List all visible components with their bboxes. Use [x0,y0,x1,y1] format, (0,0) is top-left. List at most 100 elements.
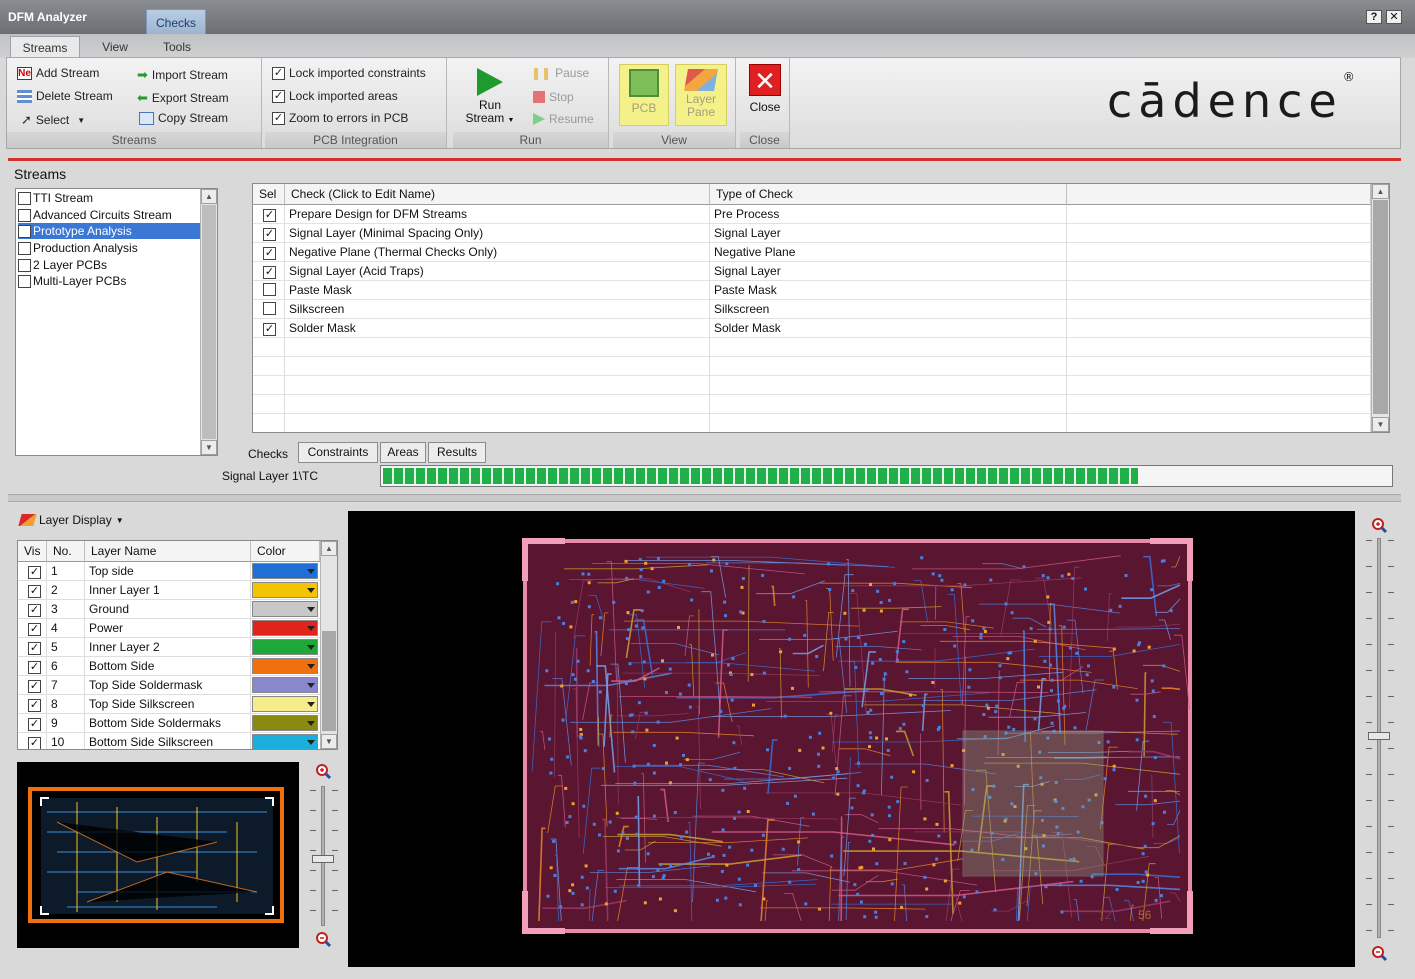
tab-streams[interactable]: Streams [10,36,80,58]
check-select-checkbox[interactable] [263,302,276,315]
zoom-errors-checkbox[interactable]: ✓ [272,111,285,125]
col-name-header[interactable]: Layer Name [85,541,251,562]
check-row[interactable]: Paste Mask Paste Mask [253,281,1371,300]
check-row[interactable]: ✓ Negative Plane (Thermal Checks Only) Neg… [253,243,1371,262]
tab-view[interactable]: View [84,36,146,58]
layer-row[interactable]: ✓ 7 Top Side Soldermask [18,676,320,695]
run-stream-button[interactable]: Run Stream ▼ [459,64,521,127]
scroll-thumb[interactable] [202,205,216,439]
lock-areas-checkbox[interactable]: ✓ [272,89,285,103]
lock-constraints-option[interactable]: ✓ Lock imported constraints [272,66,426,80]
zoom-out-icon[interactable] [314,930,332,948]
col-color-header[interactable]: Color [251,541,320,562]
check-row[interactable]: ✓ Signal Layer (Minimal Spacing Only) Sign… [253,224,1371,243]
layer-visibility-checkbox[interactable]: ✓ [28,623,41,636]
check-select-checkbox[interactable]: ✓ [263,228,276,241]
layer-name[interactable]: Ground [85,600,251,618]
resume-button[interactable]: Resume [533,112,594,126]
layer-visibility-checkbox[interactable]: ✓ [28,680,41,693]
layer-name[interactable]: Bottom Side [85,657,251,675]
stream-checkbox[interactable] [18,191,31,205]
col-check-header[interactable]: Check (Click to Edit Name) [285,184,710,205]
layer-pane-button[interactable]: Layer Pane [675,64,727,126]
scroll-up-icon[interactable]: ▲ [321,541,337,556]
stream-item-2-layer[interactable]: 2 Layer PCBs [18,257,200,273]
delete-stream-button[interactable]: Delete Stream [17,89,113,103]
check-select-checkbox[interactable]: ✓ [263,266,276,279]
stream-item-advanced-circuits[interactable]: Advanced Circuits Stream [18,207,200,223]
check-name-cell[interactable]: Silkscreen [285,300,710,319]
canvas-zoom-thumb[interactable] [1368,732,1390,740]
col-no-header[interactable]: No. [47,541,85,562]
layer-color-picker[interactable] [252,582,318,598]
import-stream-button[interactable]: ➡ Import Stream [137,67,228,83]
stream-item-multi-layer[interactable]: Multi-Layer PCBs [18,273,200,289]
layer-name[interactable]: Bottom Side Silkscreen [85,733,251,749]
layer-color-picker[interactable] [252,620,318,636]
layer-row[interactable]: ✓ 4 Power [18,619,320,638]
layer-visibility-checkbox[interactable]: ✓ [28,566,41,579]
layer-name[interactable]: Power [85,619,251,637]
stream-item-production-analysis[interactable]: Production Analysis [18,240,200,256]
stream-checkbox[interactable] [18,241,31,255]
tab-results[interactable]: Results [428,442,486,463]
scroll-up-icon[interactable]: ▲ [1372,184,1389,199]
navigator-zoom-thumb[interactable] [312,855,334,863]
layer-scrollbar[interactable]: ▲ ▼ [320,541,337,749]
layer-color-picker[interactable] [252,639,318,655]
layer-name[interactable]: Top Side Soldermask [85,676,251,694]
pane-splitter[interactable] [8,494,1401,502]
layer-row[interactable]: ✓ 8 Top Side Silkscreen [18,695,320,714]
scroll-thumb[interactable] [1373,200,1388,414]
check-row[interactable]: Silkscreen Silkscreen [253,300,1371,319]
scroll-down-icon[interactable]: ▼ [321,734,337,749]
check-name-cell[interactable]: Signal Layer (Minimal Spacing Only) [285,224,710,243]
zoom-errors-option[interactable]: ✓ Zoom to errors in PCB [272,111,408,125]
streams-scrollbar[interactable]: ▲ ▼ [200,189,217,455]
check-select-checkbox[interactable]: ✓ [263,323,276,336]
stream-checkbox[interactable]: ✓ [18,224,31,238]
check-name-cell[interactable]: Solder Mask [285,319,710,338]
col-sel-header[interactable]: Sel [253,184,285,205]
add-stream-button[interactable]: Ne Add Stream [17,66,99,80]
check-row[interactable]: ✓ Prepare Design for DFM Streams Pre Proce… [253,205,1371,224]
check-name-cell[interactable]: Negative Plane (Thermal Checks Only) [285,243,710,262]
layer-visibility-checkbox[interactable]: ✓ [28,699,41,712]
pause-button[interactable]: ❚❚ Pause [531,66,589,80]
scroll-thumb[interactable] [322,631,336,731]
layer-visibility-checkbox[interactable]: ✓ [28,718,41,731]
layer-color-picker[interactable] [252,677,318,693]
layer-row[interactable]: ✓ 6 Bottom Side [18,657,320,676]
check-row[interactable]: ✓ Solder Mask Solder Mask [253,319,1371,338]
pcb-view-button[interactable]: PCB [619,64,669,126]
layer-name[interactable]: Inner Layer 2 [85,638,251,656]
layer-name[interactable]: Inner Layer 1 [85,581,251,599]
stream-checkbox[interactable] [18,258,31,272]
layer-color-picker[interactable] [252,563,318,579]
layer-color-picker[interactable] [252,734,318,749]
check-select-checkbox[interactable] [263,283,276,296]
stream-item-prototype-analysis[interactable]: ✓ Prototype Analysis [18,223,200,239]
layer-color-picker[interactable] [252,696,318,712]
layer-name[interactable]: Top side [85,562,251,580]
layer-color-picker[interactable] [252,658,318,674]
copy-stream-button[interactable]: Copy Stream [139,111,228,125]
select-dropdown[interactable]: ➚ Select ▼ [21,112,85,128]
layer-color-picker[interactable] [252,601,318,617]
check-select-checkbox[interactable]: ✓ [263,209,276,222]
layer-row[interactable]: ✓ 1 Top side [18,562,320,581]
board-navigator[interactable] [17,762,299,948]
layer-name[interactable]: Bottom Side Soldermaks [85,714,251,732]
tab-areas[interactable]: Areas [380,442,426,463]
stream-checkbox[interactable] [18,208,31,222]
layer-row[interactable]: ✓ 9 Bottom Side Soldermaks [18,714,320,733]
col-type-header[interactable]: Type of Check [710,184,1067,205]
lock-areas-option[interactable]: ✓ Lock imported areas [272,89,398,103]
check-row[interactable]: ✓ Signal Layer (Acid Traps) Signal Layer [253,262,1371,281]
close-button[interactable]: ✕ Close [744,64,786,114]
zoom-in-icon[interactable] [314,762,332,780]
check-name-cell[interactable]: Prepare Design for DFM Streams [285,205,710,224]
tab-tools[interactable]: Tools [148,36,206,58]
tab-checks[interactable]: Checks [240,445,296,466]
pcb-canvas[interactable]: 12 56 [348,511,1355,967]
